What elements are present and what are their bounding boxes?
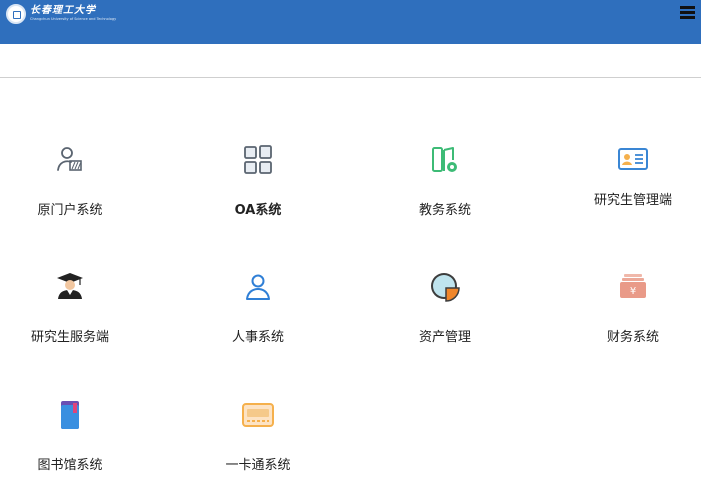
tile-label: 教务系统 [418, 203, 471, 218]
id-card-icon [618, 148, 648, 170]
graduate-cap-icon [57, 273, 83, 299]
logo-text: 长春理工大学 Changchun University of Science a… [30, 6, 116, 22]
svg-text:¥: ¥ [630, 286, 636, 297]
university-seal-icon [6, 4, 26, 24]
person-outline-icon [246, 274, 270, 300]
tile-label: 研究生管理端 [593, 193, 672, 208]
book-gear-icon [432, 147, 457, 172]
tile-label: 原门户系统 [37, 203, 103, 218]
tile-label: OA系统 [234, 203, 282, 218]
tile-label: 研究生服务端 [30, 330, 109, 345]
yuan-wallet-icon: ¥ [620, 274, 646, 298]
pie-chart-icon [431, 273, 460, 302]
header-divider [0, 77, 701, 78]
tile-label: 图书馆系统 [37, 458, 103, 473]
book-bookmark-icon [61, 401, 79, 429]
tile-label: 人事系统 [231, 330, 284, 345]
logo-chinese-name: 长春理工大学 [30, 5, 96, 17]
tile-label: 资产管理 [418, 330, 471, 345]
logo-english-name: Changchun University of Science and Tech… [30, 17, 117, 22]
portal-user-icon [57, 147, 82, 171]
grid-windows-icon [244, 145, 272, 174]
top-bar: 长春理工大学 Changchun University of Science a… [0, 0, 701, 44]
tile-label: 一卡通系统 [225, 458, 291, 473]
hamburger-menu-icon[interactable] [680, 6, 696, 20]
university-logo[interactable]: 长春理工大学 Changchun University of Science a… [6, 4, 116, 24]
campus-card-icon [242, 403, 274, 427]
tile-label: 财务系统 [606, 330, 659, 345]
